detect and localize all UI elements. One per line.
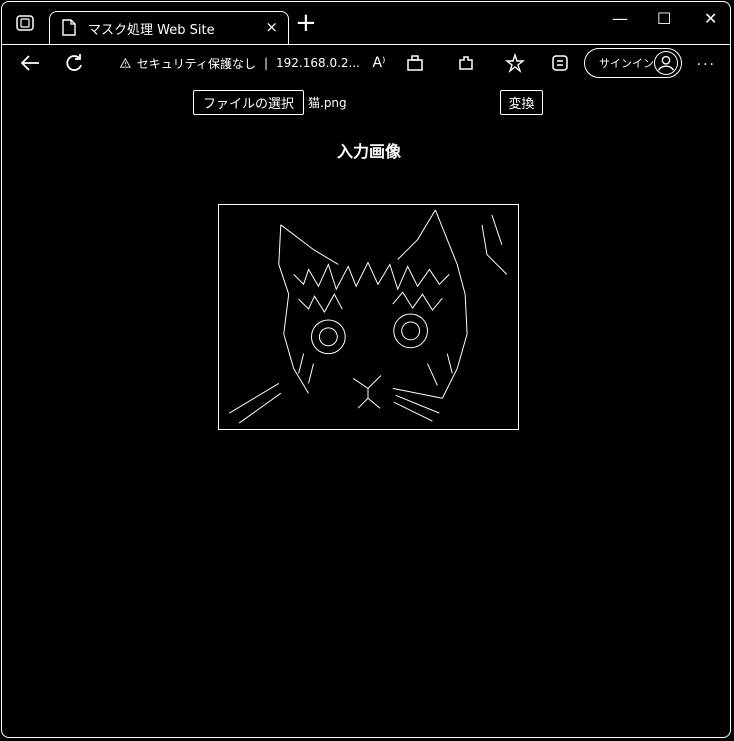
active-tab[interactable]: マスク処理 Web Site × bbox=[49, 11, 289, 44]
settings-more-button[interactable]: ··· bbox=[697, 57, 716, 73]
close-window-button[interactable]: ✕ bbox=[704, 9, 717, 28]
input-image bbox=[218, 204, 519, 430]
minimize-button[interactable]: — bbox=[612, 9, 628, 28]
toolbar: セキュリティ保護なし | 192.168.0.2... A⁾ サインイン ··· bbox=[2, 44, 730, 83]
browser-window: マスク処理 Web Site × + — ☐ ✕ セキュリティ保護なし | 19… bbox=[1, 1, 731, 738]
tab-actions-icon[interactable] bbox=[16, 15, 34, 31]
sign-in-button[interactable]: サインイン bbox=[584, 48, 682, 78]
extensions-icon[interactable] bbox=[457, 53, 475, 73]
address-bar[interactable]: セキュリティ保護なし | 192.168.0.2... bbox=[110, 50, 360, 76]
address-divider: | bbox=[263, 56, 269, 70]
selected-file-name: 猫.png bbox=[308, 96, 347, 110]
tab-close-button[interactable]: × bbox=[265, 18, 278, 36]
read-aloud-icon[interactable]: A⁾ bbox=[370, 53, 388, 73]
favorites-icon[interactable] bbox=[505, 53, 525, 73]
warning-icon bbox=[120, 57, 131, 68]
back-icon[interactable] bbox=[19, 53, 41, 73]
maximize-button[interactable]: ☐ bbox=[657, 9, 671, 28]
app-icon[interactable] bbox=[406, 53, 424, 73]
profile-icon bbox=[654, 51, 678, 75]
security-label: セキュリティ保護なし bbox=[136, 56, 256, 71]
address-url: 192.168.0.2... bbox=[276, 56, 360, 70]
refresh-icon[interactable] bbox=[64, 53, 84, 73]
choose-file-button[interactable]: ファイルの選択 bbox=[193, 90, 304, 115]
input-image-heading: 入力画像 bbox=[336, 142, 401, 161]
convert-button[interactable]: 変換 bbox=[500, 90, 543, 115]
collections-icon[interactable] bbox=[550, 53, 570, 73]
tab-title: マスク処理 Web Site bbox=[88, 23, 215, 38]
sign-in-label: サインイン bbox=[599, 57, 654, 70]
page-icon bbox=[62, 19, 76, 36]
new-tab-button[interactable]: + bbox=[295, 10, 317, 36]
